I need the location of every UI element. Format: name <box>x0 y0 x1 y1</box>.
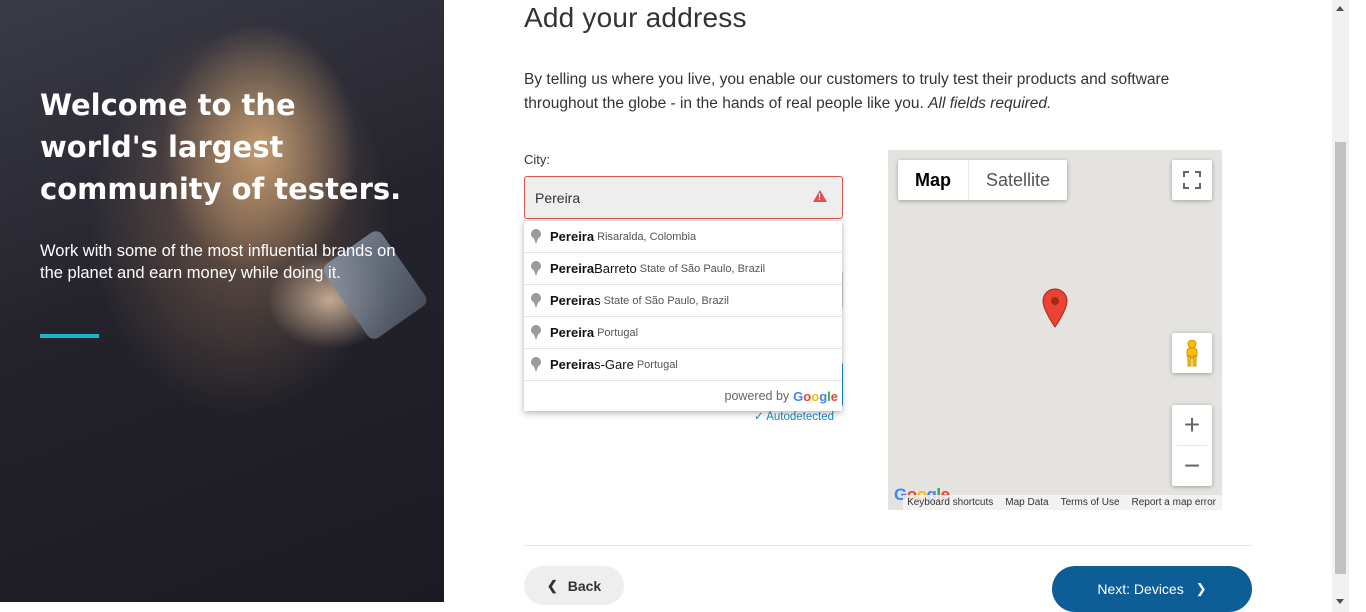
map-attribution: Keyboard shortcuts Map Data Terms of Use… <box>903 495 1222 510</box>
scrollbar-thumb[interactable] <box>1335 142 1346 574</box>
zoom-in-button[interactable]: + <box>1172 405 1212 445</box>
intro-note: All fields required. <box>928 95 1052 112</box>
map-type-control: Map Satellite <box>898 160 1068 200</box>
map-type-satellite-button[interactable]: Satellite <box>968 160 1067 200</box>
autocomplete-item[interactable]: Pereira Barreto State of São Paulo, Brazi… <box>524 253 842 285</box>
pegman-icon <box>1186 339 1198 367</box>
street-view-pegman-button[interactable] <box>1172 333 1212 373</box>
map-type-map-button[interactable]: Map <box>898 160 968 200</box>
map-widget[interactable]: Map Satellite + − Google Keyboard shortc… <box>888 150 1222 510</box>
autocomplete-item[interactable]: Pereira Portugal <box>524 317 842 349</box>
location-pin-icon <box>530 228 542 245</box>
hero-accent-bar <box>40 334 99 338</box>
hero-heading: Welcome to the world's largest community… <box>40 88 402 206</box>
zoom-control: + − <box>1172 405 1212 486</box>
autocomplete-item[interactable]: Pereira s-Gare Portugal <box>524 349 842 381</box>
report-map-error-link[interactable]: Report a map error <box>1132 497 1216 508</box>
back-button[interactable]: ❮ Back <box>524 566 624 605</box>
hero-panel: Welcome to the world's largest community… <box>0 0 444 602</box>
page-scrollbar[interactable] <box>1332 0 1349 612</box>
footer-divider <box>524 545 1252 546</box>
intro-text: By telling us where you live, you enable… <box>524 68 1224 116</box>
autocomplete-item[interactable]: Pereira Risaralda, Colombia <box>524 221 842 253</box>
hero-subtext: Work with some of the most influential b… <box>40 242 396 282</box>
autocomplete-item[interactable]: Pereira s State of São Paulo, Brazil <box>524 285 842 317</box>
terms-of-use-link[interactable]: Terms of Use <box>1061 497 1120 508</box>
location-pin-icon <box>530 324 542 341</box>
autodetected-note: ✓ Autodetected <box>754 411 834 423</box>
map-data-link[interactable]: Map Data <box>1005 497 1048 508</box>
warning-icon: ! <box>813 190 827 202</box>
location-pin-icon <box>530 292 542 309</box>
map-marker-icon[interactable] <box>1042 288 1068 328</box>
next-devices-button[interactable]: Next: Devices ❯ <box>1052 566 1252 612</box>
powered-by-google: powered by Google <box>724 388 838 404</box>
intro-body: By telling us where you live, you enable… <box>524 71 1170 112</box>
chevron-left-icon: ❮ <box>546 577 558 593</box>
fullscreen-icon <box>1183 171 1201 189</box>
google-logo: Google <box>793 388 838 404</box>
city-input[interactable] <box>524 176 843 219</box>
scroll-down-icon[interactable] <box>1336 599 1344 604</box>
scroll-up-icon[interactable] <box>1336 6 1344 11</box>
location-pin-icon <box>530 260 542 277</box>
chevron-right-icon: ❯ <box>1195 581 1207 596</box>
zoom-out-button[interactable]: − <box>1172 446 1212 486</box>
city-label: City: <box>524 152 550 167</box>
autocomplete-dropdown: Pereira Risaralda, Colombia Pereira Barre… <box>524 220 842 411</box>
location-pin-icon <box>530 356 542 373</box>
fullscreen-button[interactable] <box>1172 160 1212 200</box>
page-title: Add your address <box>524 2 747 33</box>
keyboard-shortcuts-link[interactable]: Keyboard shortcuts <box>907 497 993 508</box>
